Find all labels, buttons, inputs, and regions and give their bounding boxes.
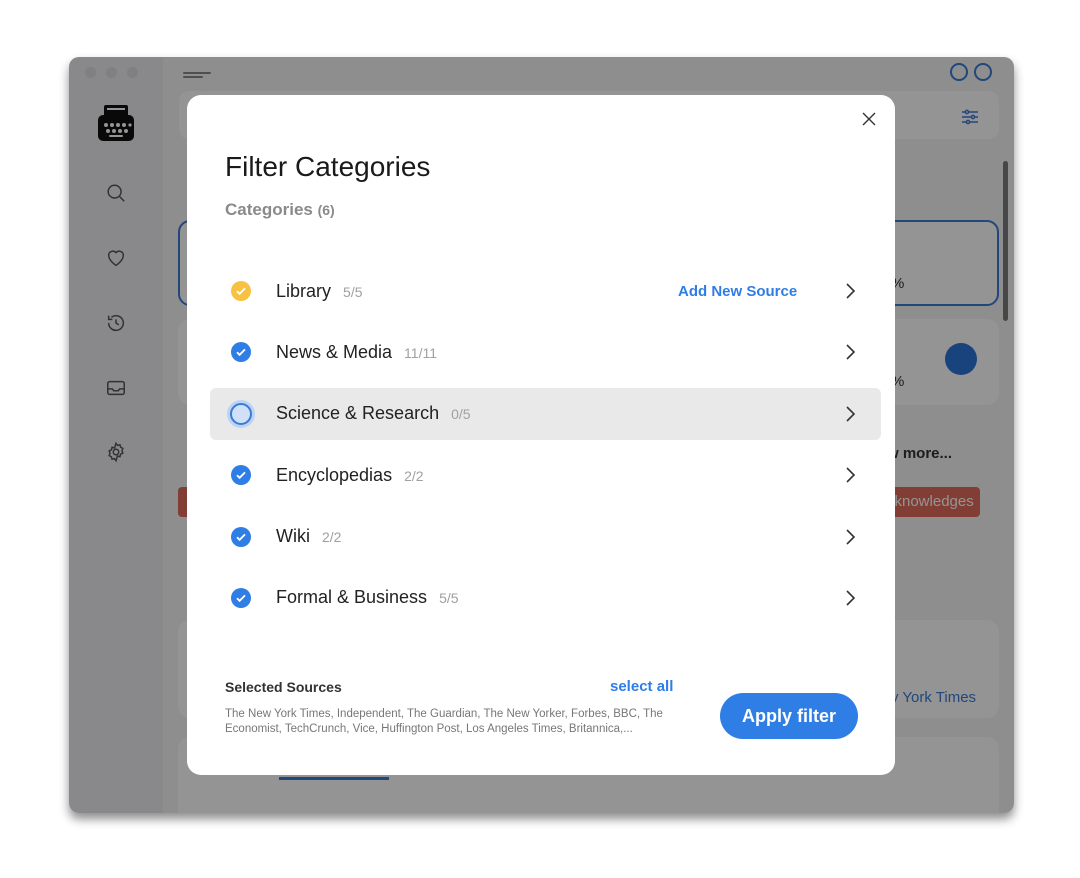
category-label: Wiki 2/2 <box>276 526 341 547</box>
apply-filter-button[interactable]: Apply filter <box>720 693 858 739</box>
category-name: Encyclopedias <box>276 464 393 485</box>
chevron-right-icon[interactable] <box>844 465 858 485</box>
category-name: Wiki <box>276 526 310 547</box>
category-count: 11/11 <box>404 344 438 361</box>
category-list: Library 5/5 Add New Source News & Media 11… <box>210 265 881 633</box>
checked-icon[interactable] <box>231 465 251 486</box>
chevron-right-icon[interactable] <box>844 527 858 547</box>
category-count: 2/2 <box>404 467 424 484</box>
category-label: Formal & Business 5/5 <box>276 587 459 608</box>
category-count: 5/5 <box>439 590 459 607</box>
categories-count: (6) <box>317 202 335 218</box>
add-new-source-link[interactable]: Add New Source <box>678 283 797 300</box>
category-row-library[interactable]: Library 5/5 Add New Source <box>210 265 881 317</box>
category-count: 2/2 <box>322 529 342 546</box>
category-row-encyclopedias[interactable]: Encyclopedias 2/2 <box>210 449 881 501</box>
category-row-formal-business[interactable]: Formal & Business 5/5 <box>210 572 881 624</box>
partial-check-icon[interactable] <box>231 281 251 301</box>
category-count: 0/5 <box>451 406 471 423</box>
modal-title: Filter Categories <box>225 151 431 182</box>
categories-subtitle: Categories (6) <box>225 200 335 220</box>
chevron-right-icon[interactable] <box>844 404 858 424</box>
chevron-right-icon[interactable] <box>844 588 858 608</box>
checked-icon[interactable] <box>231 587 251 608</box>
category-name: Library <box>276 280 332 301</box>
category-row-news-media[interactable]: News & Media 11/11 <box>210 326 881 378</box>
category-label: Library 5/5 <box>276 281 363 302</box>
selected-sources-title: Selected Sources <box>225 679 342 695</box>
category-count: 5/5 <box>343 283 363 300</box>
category-label: Encyclopedias 2/2 <box>276 465 424 486</box>
checked-icon[interactable] <box>231 526 251 547</box>
chevron-right-icon[interactable] <box>844 281 858 301</box>
unchecked-circle-icon[interactable] <box>230 402 252 425</box>
checked-icon[interactable] <box>231 342 251 363</box>
select-all-link[interactable]: select all <box>610 678 673 695</box>
category-name: Formal & Business <box>276 587 428 608</box>
category-label: News & Media 11/11 <box>276 342 437 363</box>
categories-subtitle-label: Categories <box>225 200 313 219</box>
category-row-science-research[interactable]: Science & Research 0/5 <box>210 387 881 440</box>
category-label: Science & Research 0/5 <box>276 403 471 424</box>
filter-categories-modal: Filter Categories Categories (6) Library… <box>187 95 895 775</box>
chevron-right-icon[interactable] <box>844 342 858 362</box>
close-icon[interactable] <box>861 111 877 127</box>
category-name: Science & Research <box>276 403 440 424</box>
category-name: News & Media <box>276 341 393 362</box>
selected-sources-list: The New York Times, Independent, The Gua… <box>225 708 663 735</box>
category-row-wiki[interactable]: Wiki 2/2 <box>210 511 881 563</box>
